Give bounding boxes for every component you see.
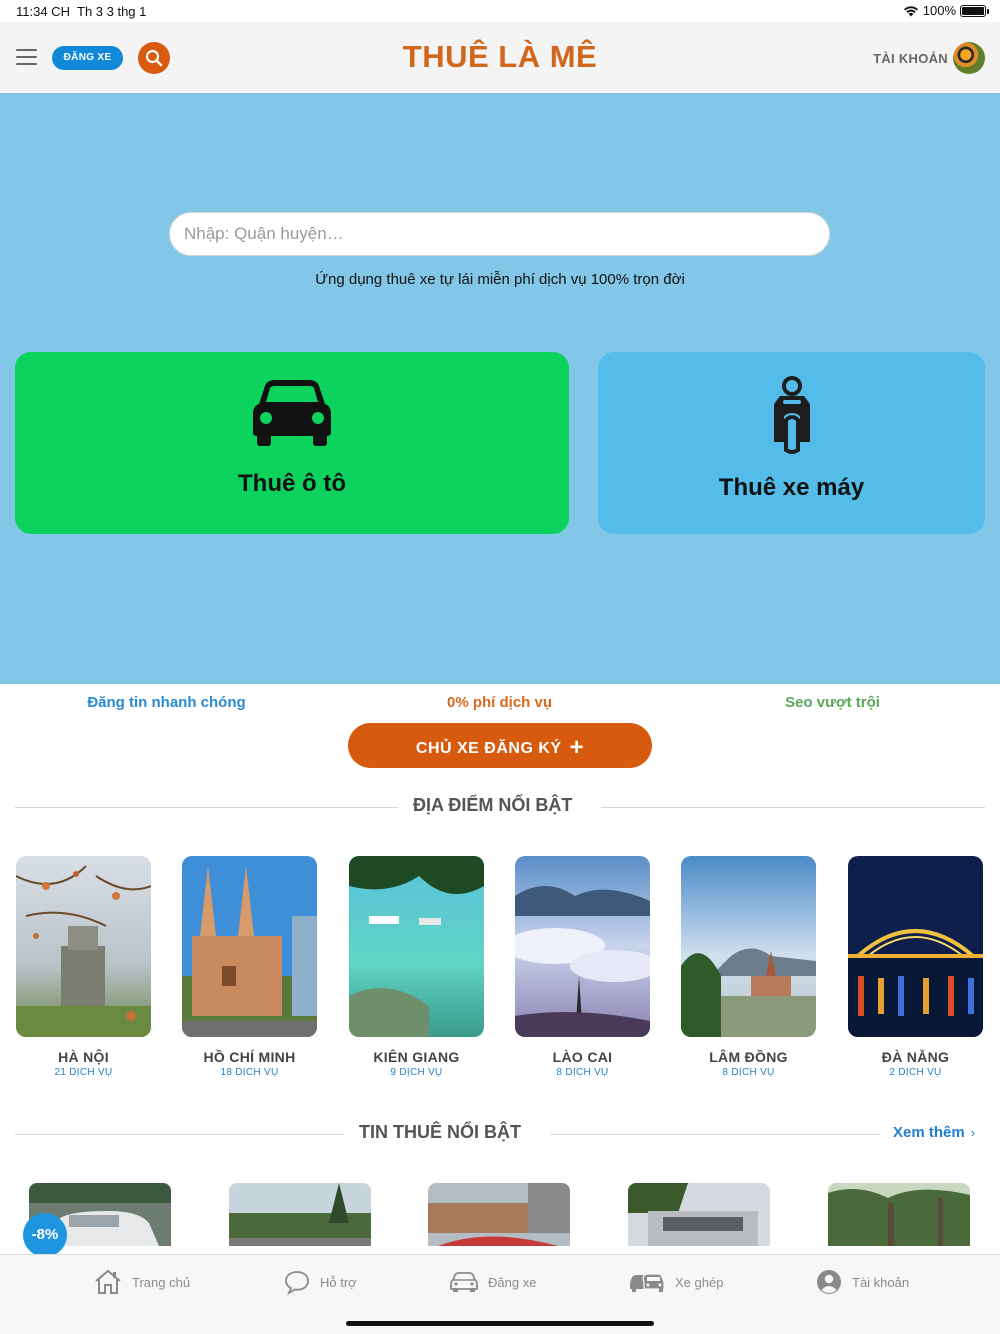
- see-more-label: Xem thêm: [893, 1124, 965, 1141]
- menu-icon[interactable]: [16, 49, 37, 65]
- place-service-count: 8 DỊCH VỤ: [556, 1067, 609, 1078]
- listing-card[interactable]: [828, 1183, 970, 1246]
- avatar[interactable]: [953, 42, 985, 74]
- battery-icon: [960, 4, 989, 17]
- status-date: Th 3 3 thg 1: [77, 4, 147, 19]
- chevron-right-icon: ›: [970, 1125, 976, 1140]
- status-bar: 11:34 CH Th 3 3 thg 1 100%: [0, 0, 1000, 22]
- place-card[interactable]: HÀ NỘI 21 DỊCH VỤ: [16, 856, 151, 1078]
- place-image: [349, 856, 484, 1037]
- place-name: LÂM ĐỒNG: [709, 1049, 788, 1065]
- feature-seo: Seo vượt trội: [785, 694, 880, 711]
- featured-places-header: ĐỊA ĐIỂM NỔI BẬT: [15, 795, 985, 819]
- place-name: ĐÀ NẴNG: [881, 1049, 950, 1065]
- place-image: [515, 856, 650, 1037]
- place-card[interactable]: KIÊN GIANG 9 DỊCH VỤ: [349, 856, 484, 1078]
- featured-places-list: HÀ NỘI 21 DỊCH VỤ HỒ CHÍ MINH 18 DỊCH VỤ: [0, 856, 1000, 1086]
- tab-account[interactable]: Tài khoản: [816, 1267, 909, 1297]
- post-car-button[interactable]: ĐĂNG XE: [52, 46, 123, 70]
- tab-post-label: Đăng xe: [488, 1274, 537, 1290]
- rent-moto-label: Thuê xe máy: [718, 474, 865, 501]
- tab-home[interactable]: Trang chủ: [94, 1267, 190, 1297]
- district-search-input[interactable]: [169, 212, 830, 256]
- app-logo[interactable]: THUÊ LÀ MÊ: [300, 39, 700, 75]
- place-service-count: 8 DỊCH VỤ: [722, 1067, 775, 1078]
- featured-listings-title: TIN THUÊ NỔI BẬT: [359, 1122, 521, 1142]
- car-icon: [253, 380, 331, 446]
- place-card[interactable]: LÀO CAI 8 DỊCH VỤ: [515, 856, 650, 1078]
- hero-section: Ứng dụng thuê xe tự lái miễn phí dịch vụ…: [0, 93, 1000, 684]
- scooter-icon: [773, 376, 810, 454]
- search-button[interactable]: [138, 42, 170, 74]
- place-card[interactable]: ĐÀ NẴNG 2 DỊCH VỤ: [848, 856, 983, 1078]
- home-indicator: [346, 1321, 654, 1326]
- chat-icon: [285, 1271, 309, 1295]
- tab-support-label: Hỗ trợ: [320, 1274, 357, 1290]
- featured-listings-list: [0, 1183, 1000, 1246]
- place-image: [848, 856, 983, 1037]
- place-card[interactable]: HỒ CHÍ MINH 18 DỊCH VỤ: [182, 856, 317, 1078]
- car-outline-icon: [450, 1272, 478, 1292]
- place-name: KIÊN GIANG: [373, 1049, 460, 1065]
- status-right: 100%: [903, 3, 989, 18]
- home-icon: [95, 1269, 121, 1294]
- listing-card[interactable]: [428, 1183, 570, 1246]
- user-icon: [817, 1270, 841, 1294]
- status-time: 11:34 CH: [16, 4, 70, 19]
- place-image: [681, 856, 816, 1037]
- place-card[interactable]: LÂM ĐỒNG 8 DỊCH VỤ: [681, 856, 816, 1078]
- featured-listings-header: TIN THUÊ NỔI BẬT: [15, 1122, 985, 1146]
- feature-highlights: Đăng tin nhanh chóng 0% phí dịch vụ Seo …: [0, 694, 1000, 718]
- owner-register-button[interactable]: CHỦ XE ĐĂNG KÝ +: [348, 723, 652, 768]
- app-screen: 11:34 CH Th 3 3 thg 1 100% ĐĂNG XE THUÊ …: [0, 0, 1000, 1334]
- tab-carpool-label: Xe ghép: [675, 1274, 724, 1290]
- place-image: [182, 856, 317, 1037]
- feature-zero-fee: 0% phí dịch vụ: [446, 694, 552, 711]
- rent-moto-card[interactable]: Thuê xe máy: [598, 352, 985, 534]
- place-service-count: 21 DỊCH VỤ: [54, 1067, 113, 1078]
- wifi-icon: [903, 5, 918, 16]
- featured-places-title: ĐỊA ĐIỂM NỔI BẬT: [413, 795, 573, 815]
- place-service-count: 2 DỊCH VỤ: [889, 1067, 942, 1078]
- place-name: LÀO CAI: [552, 1049, 613, 1065]
- see-more-link[interactable]: Xem thêm ›: [893, 1124, 975, 1141]
- place-image: [16, 856, 151, 1037]
- battery-percent: 100%: [922, 3, 956, 18]
- rent-car-card[interactable]: Thuê ô tô: [15, 352, 569, 534]
- place-service-count: 18 DỊCH VỤ: [220, 1067, 279, 1078]
- tab-support[interactable]: Hỗ trợ: [284, 1267, 357, 1297]
- carpool-icon: [630, 1273, 665, 1292]
- listing-card[interactable]: [229, 1183, 371, 1246]
- search-icon: [145, 49, 163, 67]
- tab-post[interactable]: Đăng xe: [450, 1267, 536, 1297]
- listing-card[interactable]: [628, 1183, 770, 1246]
- tab-carpool[interactable]: Xe ghép: [629, 1267, 723, 1297]
- hero-tagline: Ứng dụng thuê xe tự lái miễn phí dịch vụ…: [315, 271, 685, 288]
- owner-register-label: CHỦ XE ĐĂNG KÝ: [415, 740, 562, 757]
- feature-fast-posting: Đăng tin nhanh chóng: [87, 694, 246, 711]
- place-name: HÀ NỘI: [58, 1049, 109, 1065]
- tab-account-label: Tài khoản: [852, 1274, 910, 1290]
- discount-badge: -8%: [23, 1213, 67, 1257]
- app-header: ĐĂNG XE THUÊ LÀ MÊ TÀI KHOẢN: [0, 22, 1000, 93]
- place-name: HỒ CHÍ MINH: [203, 1049, 296, 1065]
- account-link[interactable]: TÀI KHOẢN: [873, 51, 948, 66]
- tab-home-label: Trang chủ: [132, 1274, 191, 1290]
- plus-icon: +: [569, 734, 585, 761]
- rent-car-label: Thuê ô tô: [238, 470, 346, 497]
- place-service-count: 9 DỊCH VỤ: [390, 1067, 443, 1078]
